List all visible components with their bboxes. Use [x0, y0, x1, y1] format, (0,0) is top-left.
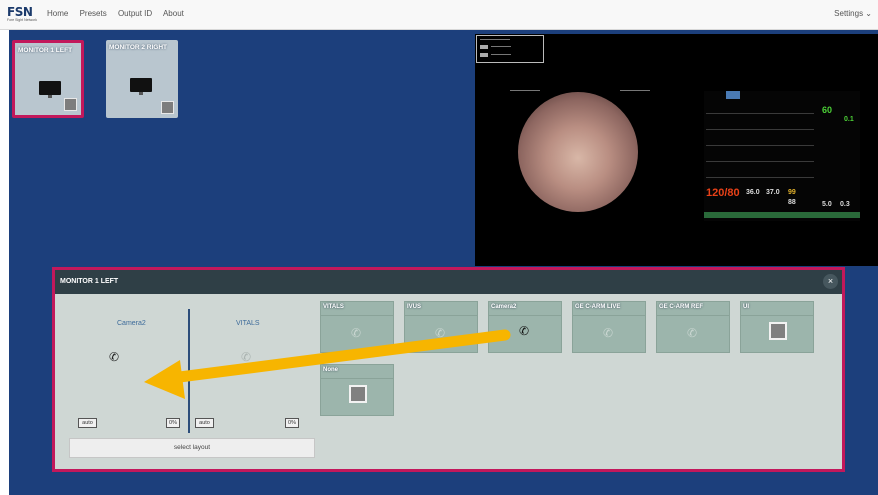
- slot-label-left: Camera2: [117, 320, 146, 327]
- source-tile-ui[interactable]: UI: [740, 301, 814, 353]
- camera-icon: ✆: [519, 324, 530, 338]
- monitor-layout-panel: MONITOR 1 LEFT × Camera2 ✆ auto 0% VITAL…: [52, 267, 845, 472]
- monitor-tile-left[interactable]: MONITOR 1 LEFT: [12, 40, 84, 118]
- monitor-preview: 60 0.1 120/80 36.0 37.0 99 88 5.0 0.3: [475, 34, 878, 266]
- vital-value: 0.3: [840, 201, 850, 208]
- close-button[interactable]: ×: [823, 274, 838, 289]
- percent-button[interactable]: 0%: [285, 418, 299, 428]
- panel-title: MONITOR 1 LEFT: [60, 278, 119, 285]
- vital-value: 0.1: [844, 116, 854, 123]
- square-icon: [161, 101, 174, 114]
- camera-icon: ✆: [435, 326, 446, 340]
- source-label: Camera2: [491, 304, 517, 310]
- slot-label-right: VITALS: [236, 320, 260, 327]
- camera-icon: ✆: [241, 350, 252, 364]
- nav-menu: Home Presets Output ID About: [47, 9, 193, 18]
- percent-button[interactable]: 0%: [166, 418, 180, 428]
- auto-button[interactable]: auto: [78, 418, 97, 428]
- vital-value: 36.0: [746, 189, 760, 196]
- vital-value: 99: [788, 189, 796, 196]
- logo-subtext: Fore Sight Network: [7, 18, 37, 22]
- vital-value: 5.0: [822, 201, 832, 208]
- auto-button[interactable]: auto: [195, 418, 214, 428]
- source-tile-ge-c-arm-ref[interactable]: GE C-ARM REF ✆: [656, 301, 730, 353]
- square-icon: [769, 322, 787, 340]
- monitor-tile-right[interactable]: MONITOR 2 RIGHT: [106, 40, 178, 118]
- select-layout-button[interactable]: select layout: [69, 438, 315, 458]
- square-icon: [64, 98, 77, 111]
- source-tile-none[interactable]: None: [320, 364, 394, 416]
- source-tile-camera2[interactable]: Camera2 ✆: [488, 301, 562, 353]
- vital-value: 120/80: [706, 187, 740, 199]
- source-label: VITALS: [323, 304, 344, 310]
- source-label: IVUS: [407, 304, 422, 310]
- square-icon: [349, 385, 367, 403]
- source-tile-ivus[interactable]: IVUS ✆: [404, 301, 478, 353]
- logo-text: FSN: [7, 5, 33, 19]
- nav-about[interactable]: About: [163, 9, 184, 18]
- endoscope-image: [518, 92, 638, 212]
- source-label: None: [323, 367, 338, 373]
- monitor-tile-label: MONITOR 2 RIGHT: [109, 44, 168, 51]
- monitor-icon: [130, 78, 152, 95]
- monitor-tile-label: MONITOR 1 LEFT: [18, 47, 73, 54]
- camera-icon: ✆: [351, 326, 362, 340]
- vital-value: 60: [822, 105, 833, 115]
- vital-value: 88: [788, 199, 796, 206]
- logo[interactable]: FSN Fore Sight Network: [7, 6, 39, 24]
- nav-output-id[interactable]: Output ID: [118, 9, 152, 18]
- slot-divider[interactable]: [188, 309, 190, 433]
- settings-menu[interactable]: Settings ⌄: [834, 9, 872, 18]
- camera-icon: ✆: [603, 326, 614, 340]
- camera-icon: ✆: [687, 326, 698, 340]
- monitor-icon: [39, 81, 61, 98]
- preview-overlay-box: [476, 35, 544, 63]
- top-navbar: FSN Fore Sight Network Home Presets Outp…: [0, 0, 878, 30]
- nav-presets[interactable]: Presets: [80, 9, 107, 18]
- source-label: GE C-ARM REF: [659, 304, 703, 310]
- vitals-image: 60 0.1 120/80 36.0 37.0 99 88 5.0 0.3: [704, 91, 860, 221]
- camera-icon: ✆: [109, 350, 120, 364]
- source-tile-vitals[interactable]: VITALS ✆: [320, 301, 394, 353]
- nav-home[interactable]: Home: [47, 9, 68, 18]
- source-tile-ge-c-arm-live[interactable]: GE C-ARM LIVE ✆: [572, 301, 646, 353]
- source-label: UI: [743, 304, 749, 310]
- source-label: GE C-ARM LIVE: [575, 304, 621, 310]
- vital-value: 37.0: [766, 189, 780, 196]
- panel-header: MONITOR 1 LEFT ×: [55, 270, 842, 294]
